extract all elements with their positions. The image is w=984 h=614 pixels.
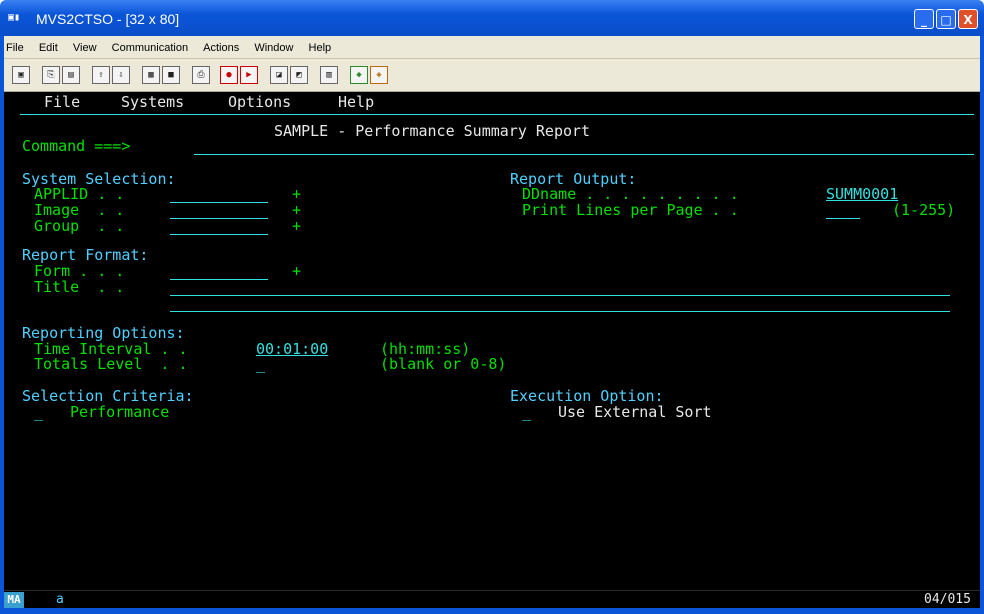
maximize-button[interactable]: □ — [936, 9, 956, 29]
form-input[interactable] — [170, 264, 268, 280]
ddname-input[interactable]: SUMM0001 — [826, 186, 898, 202]
minimize-button[interactable]: _ — [914, 9, 934, 29]
menu-bar: File Edit View Communication Actions Win… — [0, 36, 984, 59]
applid-input[interactable] — [170, 187, 268, 203]
disconnect-icon[interactable]: ◈ — [370, 66, 388, 84]
connect-icon[interactable]: ◆ — [350, 66, 368, 84]
menu-view[interactable]: View — [73, 42, 97, 54]
totals-level-label: Totals Level . . — [34, 355, 188, 373]
display-icon[interactable]: ▦ — [142, 66, 160, 84]
form-label: Form . . . — [34, 262, 125, 280]
group-prompt[interactable]: + — [292, 218, 301, 234]
totals-level-hint: (blank or 0-8) — [380, 355, 507, 373]
menu-file[interactable]: File — [6, 42, 24, 54]
playback-icon[interactable]: ▶ — [240, 66, 258, 84]
print-icon[interactable]: ⎙ — [192, 66, 210, 84]
bottom-frame — [0, 608, 984, 614]
terminal-screen[interactable]: File Systems Options Help SAMPLE - Perfo… — [4, 92, 980, 590]
print-lines-label: Print Lines per Page . . — [522, 201, 739, 219]
selection-criteria-heading: Selection Criteria: — [22, 387, 194, 405]
print-lines-input[interactable] — [826, 203, 860, 219]
status-bar: MA a 04/015 — [4, 590, 980, 609]
image-prompt[interactable]: + — [292, 202, 301, 218]
image-input[interactable] — [170, 203, 268, 219]
send-icon[interactable]: ⇪ — [92, 66, 110, 84]
ddname-label: DDname . . . . . . . . . — [522, 185, 739, 203]
report-format-heading: Report Format: — [22, 246, 149, 264]
applid-label: APPLID . . — [34, 185, 125, 203]
title-label: Title . . — [34, 278, 125, 296]
time-interval-input[interactable]: 00:01:00 — [256, 341, 328, 357]
terminal-window: ▣▮ MVS2CTSO - [32 x 80] _ □ X File Edit … — [0, 0, 984, 614]
menu-window[interactable]: Window — [254, 42, 293, 54]
receive-icon[interactable]: ⇩ — [112, 66, 130, 84]
image-label: Image . . — [34, 201, 125, 219]
record-icon[interactable]: ● — [220, 66, 238, 84]
external-sort-label: Use External Sort — [558, 403, 712, 421]
menu-edit[interactable]: Edit — [39, 42, 58, 54]
execution-option-heading: Execution Option: — [510, 387, 664, 405]
macro-stop-icon[interactable]: ◩ — [290, 66, 308, 84]
group-label: Group . . — [34, 217, 125, 235]
macro-icon[interactable]: ◪ — [270, 66, 288, 84]
toolbar: ▣ ⎘ ▤ ⇪ ⇩ ▦ ■ ⎙ ● ▶ ◪ ◩ ▥ ◆ ◈ — [0, 59, 984, 92]
command-label: Command ===> — [22, 137, 131, 155]
menu-help[interactable]: Help — [309, 42, 332, 54]
menu-actions[interactable]: Actions — [203, 42, 239, 54]
applid-prompt[interactable]: + — [292, 186, 301, 202]
title-input-line-2[interactable] — [170, 296, 950, 312]
frame-icon[interactable]: ▣ — [12, 66, 30, 84]
command-input[interactable] — [194, 139, 974, 155]
right-frame — [980, 36, 984, 608]
title-bar: ▣▮ MVS2CTSO - [32 x 80] _ □ X — [0, 0, 984, 36]
clipboard-icon[interactable]: ▥ — [320, 66, 338, 84]
form-prompt[interactable]: + — [292, 263, 301, 279]
top-separator — [20, 114, 974, 115]
term-menu-file[interactable]: File — [44, 94, 80, 110]
print-lines-range: (1-255) — [892, 201, 956, 219]
screen-icon[interactable]: ■ — [162, 66, 180, 84]
panel-title: SAMPLE - Performance Summary Report — [274, 122, 591, 140]
performance-label: Performance — [70, 403, 170, 421]
term-menu-help[interactable]: Help — [338, 94, 374, 110]
external-sort-select[interactable]: _ — [522, 404, 531, 420]
title-input-line-1[interactable] — [170, 280, 950, 296]
terminal-icon: ▣▮ — [8, 12, 21, 23]
reporting-options-heading: Reporting Options: — [22, 324, 185, 342]
performance-select[interactable]: _ — [34, 404, 43, 420]
mode-indicator: MA — [4, 592, 24, 608]
totals-level-input[interactable]: _ — [256, 356, 265, 372]
group-input[interactable] — [170, 219, 268, 235]
window-title: MVS2CTSO - [32 x 80] — [36, 11, 180, 27]
cursor-position: 04/015 — [924, 592, 971, 607]
paste-icon[interactable]: ▤ — [62, 66, 80, 84]
term-menu-systems[interactable]: Systems — [121, 94, 184, 110]
term-menu-options[interactable]: Options — [228, 94, 291, 110]
left-frame — [0, 36, 4, 608]
copy-icon[interactable]: ⎘ — [42, 66, 60, 84]
menu-communication[interactable]: Communication — [112, 42, 188, 54]
close-button[interactable]: X — [958, 9, 978, 29]
session-indicator: a — [56, 592, 64, 607]
